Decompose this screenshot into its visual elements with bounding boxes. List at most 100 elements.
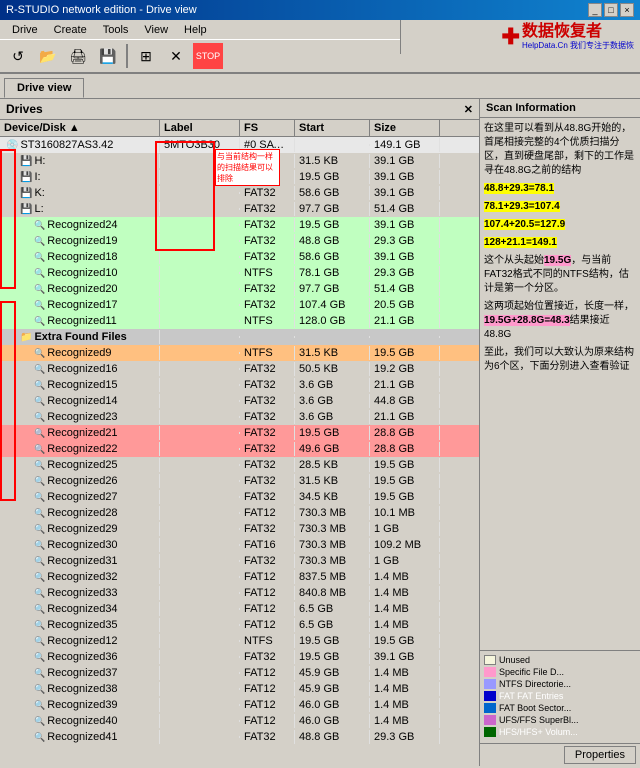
close-button[interactable]: × (620, 3, 634, 17)
table-row[interactable]: 🔍 Recognized10NTFS78.1 GB29.3 GB (0, 265, 479, 281)
toolbar-refresh[interactable]: ↺ (4, 42, 32, 70)
table-row[interactable]: 🔍 Recognized39FAT1246.0 GB1.4 MB (0, 697, 479, 713)
toolbar-stop[interactable]: STOP (192, 42, 224, 70)
table-row[interactable]: 🔍 Recognized25FAT3228.5 KB19.5 GB (0, 457, 479, 473)
cell-label (160, 224, 240, 226)
maximize-button[interactable]: □ (604, 3, 618, 17)
table-row[interactable]: 🔍 Recognized41FAT3248.8 GB29.3 GB (0, 729, 479, 745)
cell-fs: FAT12 (240, 698, 295, 712)
cell-fs: FAT32 (240, 378, 295, 392)
minimize-button[interactable]: _ (588, 3, 602, 17)
table-row[interactable]: 🔍 Recognized30FAT16730.3 MB109.2 MB (0, 537, 479, 553)
table-row[interactable]: 💾 L:FAT3297.7 GB51.4 GB (0, 201, 479, 217)
table-row[interactable]: 🔍 Recognized35FAT126.5 GB1.4 MB (0, 617, 479, 633)
partition-icon: 💾 (20, 156, 32, 167)
table-row[interactable]: 🔍 Recognized28FAT12730.3 MB10.1 MB (0, 505, 479, 521)
table-row[interactable]: 🔍 Recognized36FAT3219.5 GB39.1 GB (0, 649, 479, 665)
cell-start: 730.3 MB (295, 522, 370, 536)
table-row[interactable]: 🔍 Recognized31FAT32730.3 MB1 GB (0, 553, 479, 569)
cell-name: 🔍 Recognized23 (0, 410, 160, 424)
cell-start (295, 336, 370, 338)
table-row[interactable]: 🔍 Recognized14FAT323.6 GB44.8 GB (0, 393, 479, 409)
cell-name-text: L: (34, 203, 43, 215)
cell-size: 39.1 GB (370, 170, 440, 184)
scan-para-3: 这两项起始位置接近，长度一样，19.5G+28.8G=48.3结果接近48.8G (484, 300, 636, 342)
cell-label (160, 352, 240, 354)
cell-start: 97.7 GB (295, 282, 370, 296)
table-row[interactable]: 🔍 Recognized32FAT12837.5 MB1.4 MB (0, 569, 479, 585)
table-row[interactable]: 🔍 Recognized37FAT1245.9 GB1.4 MB (0, 665, 479, 681)
table-row[interactable]: 🔍 Recognized11NTFS128.0 GB21.1 GB (0, 313, 479, 329)
partition-icon: 💾 (20, 172, 32, 183)
col-size[interactable]: Size (370, 120, 440, 136)
table-row[interactable]: 🔍 Recognized34FAT126.5 GB1.4 MB (0, 601, 479, 617)
table-row[interactable]: 🔍 Recognized27FAT3234.5 KB19.5 GB (0, 489, 479, 505)
table-row[interactable]: 🔍 Recognized15FAT323.6 GB21.1 GB (0, 377, 479, 393)
menu-help[interactable]: Help (176, 22, 215, 38)
table-row[interactable]: 📁 Extra Found Files (0, 329, 479, 345)
table-body[interactable]: 💿 ST3160827AS3.425MTO3B30#0 SATA (0:0)14… (0, 137, 479, 766)
table-row[interactable]: 💾 H:FAT3231.5 KB39.1 GB (0, 153, 479, 169)
col-label[interactable]: Label (160, 120, 240, 136)
menu-create[interactable]: Create (46, 22, 95, 38)
tab-drive-view[interactable]: Drive view (4, 78, 84, 98)
table-row[interactable]: 🔍 Recognized12NTFS19.5 GB19.5 GB (0, 633, 479, 649)
table-row[interactable]: 🔍 Recognized26FAT3231.5 KB19.5 GB (0, 473, 479, 489)
toolbar-print[interactable]: 🖨 (64, 42, 92, 70)
cell-fs: FAT32 (240, 218, 295, 232)
cell-start: 46.0 GB (295, 698, 370, 712)
toolbar-open[interactable]: 📂 (34, 42, 62, 70)
col-start[interactable]: Start (295, 120, 370, 136)
col-fs[interactable]: FS (240, 120, 295, 136)
menu-tools[interactable]: Tools (95, 22, 137, 38)
toolbar-grid[interactable]: ⊞ (132, 42, 160, 70)
table-row[interactable]: 💾 I:FAT3219.5 GB39.1 GB (0, 169, 479, 185)
col-device-disk[interactable]: Device/Disk ▲ (0, 120, 160, 136)
toolbar-save[interactable]: 💾 (94, 42, 122, 70)
table-row[interactable]: 🔍 Recognized19FAT3248.8 GB29.3 GB (0, 233, 479, 249)
cell-name: 🔍 Recognized10 (0, 266, 160, 280)
drives-close[interactable]: ✕ (464, 103, 473, 116)
table-row[interactable]: 🔍 Recognized16FAT3250.5 KB19.2 GB (0, 361, 479, 377)
table-row[interactable]: 🔍 Recognized17FAT32107.4 GB20.5 GB (0, 297, 479, 313)
table-row[interactable]: 🔍 Recognized38FAT1245.9 GB1.4 MB (0, 681, 479, 697)
table-row[interactable]: 🔍 Recognized22FAT3249.6 GB28.8 GB (0, 441, 479, 457)
cell-fs: FAT32 (240, 186, 295, 200)
cell-label (160, 704, 240, 706)
cell-start: 31.5 KB (295, 154, 370, 168)
cell-label (160, 256, 240, 258)
table-row[interactable]: 🔍 Recognized33FAT12840.8 MB1.4 MB (0, 585, 479, 601)
cell-fs: FAT12 (240, 570, 295, 584)
table-row[interactable]: 🔍 Recognized20FAT3297.7 GB51.4 GB (0, 281, 479, 297)
cell-fs: FAT32 (240, 490, 295, 504)
cell-start: 19.5 GB (295, 170, 370, 184)
table-row[interactable]: 🔍 Recognized18FAT3258.6 GB39.1 GB (0, 249, 479, 265)
cell-label (160, 208, 240, 210)
cell-start: 45.9 GB (295, 682, 370, 696)
toolbar-delete[interactable]: ✕ (162, 42, 190, 70)
table-row[interactable]: 💿 ST3160827AS3.425MTO3B30#0 SATA (0:0)14… (0, 137, 479, 153)
cell-start: 28.5 KB (295, 458, 370, 472)
menu-drive[interactable]: Drive (4, 22, 46, 38)
table-row[interactable]: 🔍 Recognized23FAT323.6 GB21.1 GB (0, 409, 479, 425)
cell-start: 730.3 MB (295, 506, 370, 520)
cell-name-text: Recognized9 (47, 347, 111, 359)
cell-fs: FAT32 (240, 298, 295, 312)
logo-cross-icon: ✚ (502, 24, 520, 50)
table-headers: Device/Disk ▲ Label FS Start Size (0, 120, 479, 137)
table-row[interactable]: 🔍 Recognized24FAT3219.5 GB39.1 GB (0, 217, 479, 233)
table-row[interactable]: 🔍 Recognized40FAT1246.0 GB1.4 MB (0, 713, 479, 729)
table-row[interactable]: 💾 K:FAT3258.6 GB39.1 GB (0, 185, 479, 201)
properties-button[interactable]: Properties (564, 746, 636, 764)
table-row[interactable]: 🔍 Recognized29FAT32730.3 MB1 GB (0, 521, 479, 537)
recognized-icon: 🔍 (34, 252, 45, 263)
cell-fs: FAT32 (240, 474, 295, 488)
cell-label (160, 368, 240, 370)
logo-title: 数据恢复者 (522, 24, 602, 40)
table-row[interactable]: 🔍 Recognized21FAT3219.5 GB28.8 GB (0, 425, 479, 441)
cell-label (160, 672, 240, 674)
cell-size: 29.3 GB (370, 730, 440, 744)
cell-size: 1.4 MB (370, 682, 440, 696)
table-row[interactable]: 🔍 Recognized9NTFS31.5 KB19.5 GB (0, 345, 479, 361)
menu-view[interactable]: View (136, 22, 176, 38)
